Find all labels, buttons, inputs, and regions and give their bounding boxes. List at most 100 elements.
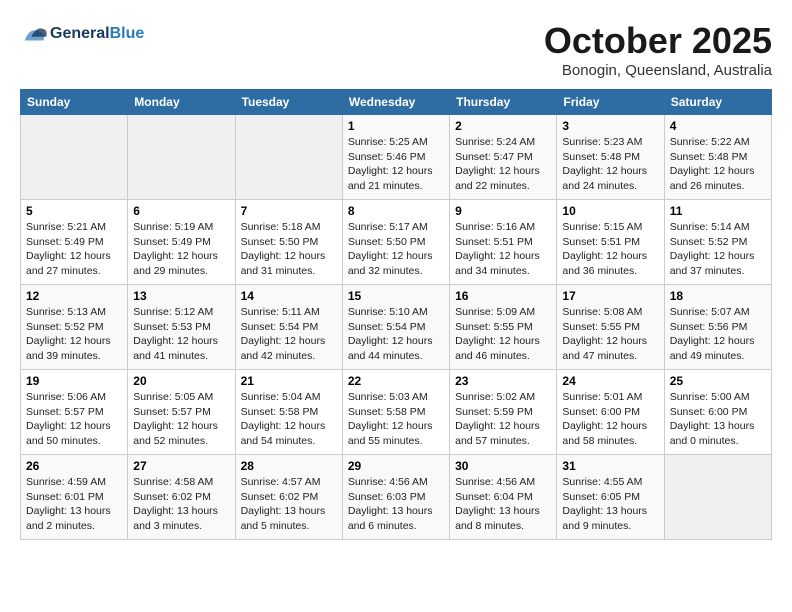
day-number: 30 (455, 459, 551, 473)
table-row: 25Sunrise: 5:00 AMSunset: 6:00 PMDayligh… (664, 370, 771, 455)
calendar-week-row: 19 Sunrise: 5:06 AMSunset: 5:57 PMDayligh… (21, 370, 772, 455)
day-number: 21 (241, 374, 337, 388)
col-tuesday: Tuesday (235, 90, 342, 115)
calendar-week-row: 1 Sunrise: 5:25 AMSunset: 5:46 PMDaylight… (21, 115, 772, 200)
day-info: Sunrise: 5:11 AMSunset: 5:54 PMDaylight:… (241, 305, 337, 364)
day-info: Sunrise: 5:00 AMSunset: 6:00 PMDaylight:… (670, 390, 766, 449)
table-row: 3 Sunrise: 5:23 AMSunset: 5:48 PMDaylight… (557, 115, 664, 200)
table-row: 20Sunrise: 5:05 AMSunset: 5:57 PMDayligh… (128, 370, 235, 455)
table-row: 19 Sunrise: 5:06 AMSunset: 5:57 PMDayligh… (21, 370, 128, 455)
table-row: 28 Sunrise: 4:57 AMSunset: 6:02 PMDayligh… (235, 455, 342, 540)
day-number: 8 (348, 204, 444, 218)
day-info: Sunrise: 5:10 AMSunset: 5:54 PMDaylight:… (348, 305, 444, 364)
day-info: Sunrise: 5:04 AMSunset: 5:58 PMDaylight:… (241, 390, 337, 449)
table-row (235, 115, 342, 200)
table-row: 5 Sunrise: 5:21 AMSunset: 5:49 PMDaylight… (21, 200, 128, 285)
calendar-header-row: Sunday Monday Tuesday Wednesday Thursday… (21, 90, 772, 115)
table-row: 7 Sunrise: 5:18 AMSunset: 5:50 PMDaylight… (235, 200, 342, 285)
day-info: Sunrise: 5:19 AMSunset: 5:49 PMDaylight:… (133, 220, 229, 279)
table-row: 1 Sunrise: 5:25 AMSunset: 5:46 PMDaylight… (342, 115, 449, 200)
table-row: 27Sunrise: 4:58 AMSunset: 6:02 PMDayligh… (128, 455, 235, 540)
day-number: 27 (133, 459, 229, 473)
day-info: Sunrise: 4:56 AMSunset: 6:04 PMDaylight:… (455, 475, 551, 534)
day-info: Sunrise: 5:05 AMSunset: 5:57 PMDaylight:… (133, 390, 229, 449)
table-row: 12Sunrise: 5:13 AMSunset: 5:52 PMDayligh… (21, 285, 128, 370)
day-number: 1 (348, 119, 444, 133)
day-number: 3 (562, 119, 658, 133)
day-number: 6 (133, 204, 229, 218)
day-info: Sunrise: 5:09 AMSunset: 5:55 PMDaylight:… (455, 305, 551, 364)
day-info: Sunrise: 5:07 AMSunset: 5:56 PMDaylight:… (670, 305, 766, 364)
day-number: 11 (670, 204, 766, 218)
day-info: Sunrise: 5:03 AMSunset: 5:58 PMDaylight:… (348, 390, 444, 449)
day-number: 18 (670, 289, 766, 303)
day-info: Sunrise: 5:22 AMSunset: 5:48 PMDaylight:… (670, 135, 766, 194)
day-number: 4 (670, 119, 766, 133)
day-number: 17 (562, 289, 658, 303)
day-info: Sunrise: 5:06 AMSunset: 5:57 PMDaylight:… (26, 390, 122, 449)
table-row: 21 Sunrise: 5:04 AMSunset: 5:58 PMDayligh… (235, 370, 342, 455)
day-number: 10 (562, 204, 658, 218)
day-info: Sunrise: 5:16 AMSunset: 5:51 PMDaylight:… (455, 220, 551, 279)
logo-line1: General (50, 25, 110, 42)
table-row: 9 Sunrise: 5:16 AMSunset: 5:51 PMDaylight… (450, 200, 557, 285)
day-number: 13 (133, 289, 229, 303)
col-wednesday: Wednesday (342, 90, 449, 115)
day-number: 28 (241, 459, 337, 473)
day-number: 31 (562, 459, 658, 473)
table-row: 31 Sunrise: 4:55 AMSunset: 6:05 PMDayligh… (557, 455, 664, 540)
table-row: 24 Sunrise: 5:01 AMSunset: 6:00 PMDayligh… (557, 370, 664, 455)
col-saturday: Saturday (664, 90, 771, 115)
day-number: 19 (26, 374, 122, 388)
day-info: Sunrise: 5:14 AMSunset: 5:52 PMDaylight:… (670, 220, 766, 279)
table-row: 6 Sunrise: 5:19 AMSunset: 5:49 PMDaylight… (128, 200, 235, 285)
col-thursday: Thursday (450, 90, 557, 115)
calendar-week-row: 26 Sunrise: 4:59 AMSunset: 6:01 PMDayligh… (21, 455, 772, 540)
day-number: 12 (26, 289, 122, 303)
table-row: 29Sunrise: 4:56 AMSunset: 6:03 PMDayligh… (342, 455, 449, 540)
day-number: 9 (455, 204, 551, 218)
table-row (21, 115, 128, 200)
day-info: Sunrise: 4:56 AMSunset: 6:03 PMDaylight:… (348, 475, 444, 534)
day-number: 24 (562, 374, 658, 388)
table-row: 4 Sunrise: 5:22 AMSunset: 5:48 PMDaylight… (664, 115, 771, 200)
col-monday: Monday (128, 90, 235, 115)
day-info: Sunrise: 5:24 AMSunset: 5:47 PMDaylight:… (455, 135, 551, 194)
day-number: 15 (348, 289, 444, 303)
calendar-week-row: 5 Sunrise: 5:21 AMSunset: 5:49 PMDaylight… (21, 200, 772, 285)
day-number: 5 (26, 204, 122, 218)
col-sunday: Sunday (21, 90, 128, 115)
table-row: 22 Sunrise: 5:03 AMSunset: 5:58 PMDayligh… (342, 370, 449, 455)
day-number: 2 (455, 119, 551, 133)
title-block: October 2025 Bonogin, Queensland, Austra… (544, 20, 772, 79)
day-info: Sunrise: 5:25 AMSunset: 5:46 PMDaylight:… (348, 135, 444, 194)
day-info: Sunrise: 4:59 AMSunset: 6:01 PMDaylight:… (26, 475, 122, 534)
day-info: Sunrise: 5:23 AMSunset: 5:48 PMDaylight:… (562, 135, 658, 194)
table-row: 16Sunrise: 5:09 AMSunset: 5:55 PMDayligh… (450, 285, 557, 370)
table-row (664, 455, 771, 540)
day-number: 22 (348, 374, 444, 388)
table-row: 14 Sunrise: 5:11 AMSunset: 5:54 PMDayligh… (235, 285, 342, 370)
day-number: 14 (241, 289, 337, 303)
day-info: Sunrise: 4:55 AMSunset: 6:05 PMDaylight:… (562, 475, 658, 534)
table-row: 2 Sunrise: 5:24 AMSunset: 5:47 PMDaylight… (450, 115, 557, 200)
day-info: Sunrise: 4:57 AMSunset: 6:02 PMDaylight:… (241, 475, 337, 534)
day-info: Sunrise: 5:17 AMSunset: 5:50 PMDaylight:… (348, 220, 444, 279)
day-number: 7 (241, 204, 337, 218)
logo-line2: Blue (110, 25, 145, 42)
month-title: October 2025 (544, 20, 772, 62)
calendar-table: Sunday Monday Tuesday Wednesday Thursday… (20, 89, 772, 540)
day-info: Sunrise: 5:08 AMSunset: 5:55 PMDaylight:… (562, 305, 658, 364)
table-row: 8 Sunrise: 5:17 AMSunset: 5:50 PMDaylight… (342, 200, 449, 285)
logo: GeneralBlue (20, 20, 144, 48)
day-number: 26 (26, 459, 122, 473)
table-row: 23Sunrise: 5:02 AMSunset: 5:59 PMDayligh… (450, 370, 557, 455)
day-info: Sunrise: 5:12 AMSunset: 5:53 PMDaylight:… (133, 305, 229, 364)
day-info: Sunrise: 5:21 AMSunset: 5:49 PMDaylight:… (26, 220, 122, 279)
location: Bonogin, Queensland, Australia (544, 62, 772, 79)
day-info: Sunrise: 5:02 AMSunset: 5:59 PMDaylight:… (455, 390, 551, 449)
day-info: Sunrise: 5:01 AMSunset: 6:00 PMDaylight:… (562, 390, 658, 449)
table-row (128, 115, 235, 200)
table-row: 13 Sunrise: 5:12 AMSunset: 5:53 PMDayligh… (128, 285, 235, 370)
day-info: Sunrise: 5:18 AMSunset: 5:50 PMDaylight:… (241, 220, 337, 279)
